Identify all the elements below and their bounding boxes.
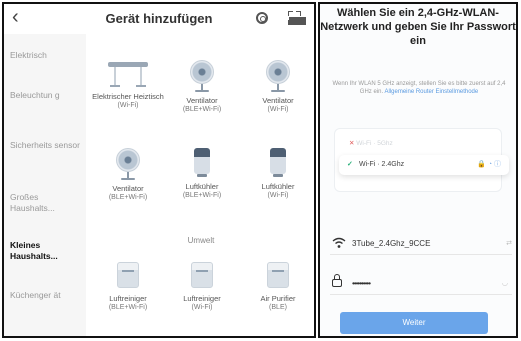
section-label-umwelt: Umwelt: [187, 236, 215, 245]
wifi-24g-row: ✓ Wi-Fi · 2.4Ghz 🔒 ◔ ⓘ: [339, 155, 509, 175]
device-name: Ventilator: [186, 96, 218, 105]
device-tile-fan-ble-wifi-2[interactable]: Ventilator (BLE+Wi-Fi): [90, 148, 166, 202]
network-select-row[interactable]: 3Tube_2.4Ghz_9CCE ⇄: [330, 234, 512, 255]
chevron-icon: ⇄: [506, 240, 512, 247]
air-purifier-icon: [191, 260, 213, 290]
sidebar-item-sicherheitssensor[interactable]: Sicherheits sensor: [10, 140, 82, 151]
device-name: Luftreiniger: [109, 294, 147, 303]
category-sidebar: Elektrisch Beleuchtun g Sicherheits sens…: [4, 34, 86, 336]
device-name: Luftkühler: [261, 182, 295, 191]
wifi-icon: [332, 237, 346, 257]
wifi-signal-icon: 🔒 ◔ ⓘ: [477, 161, 501, 168]
device-name: Air Purifier: [260, 294, 296, 303]
network-name: 3Tube_2.4Ghz_9CCE: [352, 239, 431, 248]
fan-icon: [187, 60, 217, 92]
sidebar-item-elektrisch[interactable]: Elektrisch: [10, 50, 82, 61]
device-connection: (BLE+Wi-Fi): [182, 192, 222, 199]
router-help-link[interactable]: Allgemeine Router Einstellmethode: [384, 89, 478, 95]
password-field[interactable]: •••••••••• ◡: [330, 274, 512, 295]
device-tile-air-purifier-ble-wifi[interactable]: Luftreiniger (BLE+Wi-Fi): [90, 260, 166, 312]
sidebar-item-beleuchtung[interactable]: Beleuchtun g: [10, 90, 82, 101]
device-connection: (BLE+Wi-Fi): [182, 106, 222, 113]
fan-icon: [263, 60, 293, 92]
device-connection: (Wi-Fi): [267, 192, 289, 199]
qr-scan-icon[interactable]: [288, 11, 306, 25]
device-connection: (BLE+Wi-Fi): [108, 304, 148, 311]
device-tile-air-purifier-wifi[interactable]: Luftreiniger (Wi-Fi): [164, 260, 240, 312]
password-value: ••••••••••: [352, 279, 371, 288]
device-connection: (BLE): [269, 304, 287, 311]
wifi-setup-screen: Wählen Sie ein 2,4-GHz-WLAN-Netzwerk und…: [318, 2, 518, 338]
device-tile-air-cooler-ble-wifi[interactable]: Luftkühler (BLE+Wi-Fi): [164, 148, 240, 200]
device-tile-fan-wifi[interactable]: Ventilator (Wi-Fi): [240, 60, 314, 114]
sidebar-item-grosses-haushaltsgeraet[interactable]: Großes Haushalts...: [10, 192, 82, 214]
scan-target-icon[interactable]: [256, 12, 268, 24]
check-icon: ✓: [347, 161, 353, 168]
sidebar-item-kuechengeraet[interactable]: Küchenger ät: [10, 290, 82, 301]
device-name: Elektrischer Heiztisch: [92, 92, 164, 101]
device-name: Luftreiniger: [183, 294, 221, 303]
header: ‹ Gerät hinzufügen: [4, 4, 314, 34]
wifi-5g-row: ✕ Wi-Fi · 5Ghz: [349, 139, 393, 147]
device-connection: (BLE+Wi-Fi): [108, 194, 148, 201]
device-tile-heated-table[interactable]: Elektrischer Heiztisch (Wi-Fi): [90, 60, 166, 110]
device-connection: (Wi-Fi): [267, 106, 289, 113]
wifi-hint-text: Wenn Ihr WLAN 5 GHz anzeigt, stellen Sie…: [328, 80, 510, 96]
lock-icon: [332, 274, 342, 287]
device-name: Luftkühler: [185, 182, 219, 191]
wifi-24g-label: Wi-Fi · 2.4Ghz: [359, 161, 405, 168]
sidebar-item-kleines-haushaltsgeraet[interactable]: Kleines Haushalts...: [10, 240, 82, 262]
wifi-5g-label: Wi-Fi · 5Ghz: [356, 140, 393, 147]
heater-icon: [106, 60, 150, 88]
eye-toggle-icon[interactable]: ◡: [502, 274, 508, 294]
air-purifier-icon: [117, 260, 139, 290]
next-button[interactable]: Weiter: [340, 312, 488, 334]
device-name: Ventilator: [262, 96, 294, 105]
wifi-band-illustration: ✕ Wi-Fi · 5Ghz ✓ Wi-Fi · 2.4Ghz 🔒 ◔ ⓘ: [334, 128, 509, 192]
add-device-screen: ‹ Gerät hinzufügen Elektrisch Beleuchtun…: [2, 2, 316, 338]
air-purifier-icon: [267, 260, 289, 290]
device-tile-fan-ble-wifi[interactable]: Ventilator (BLE+Wi-Fi): [164, 60, 240, 114]
device-name: Ventilator: [112, 184, 144, 193]
air-cooler-icon: [194, 148, 210, 178]
device-tile-air-purifier-ble[interactable]: Air Purifier (BLE): [240, 260, 314, 312]
cross-icon: ✕: [349, 140, 355, 147]
air-cooler-icon: [270, 148, 286, 178]
page-title: Wählen Sie ein 2,4-GHz-WLAN-Netzwerk und…: [320, 7, 516, 47]
device-connection: (Wi-Fi): [191, 304, 213, 311]
fan-icon: [113, 148, 143, 180]
device-tile-air-cooler-wifi[interactable]: Luftkühler (Wi-Fi): [240, 148, 314, 200]
device-connection: (Wi-Fi): [117, 102, 139, 109]
